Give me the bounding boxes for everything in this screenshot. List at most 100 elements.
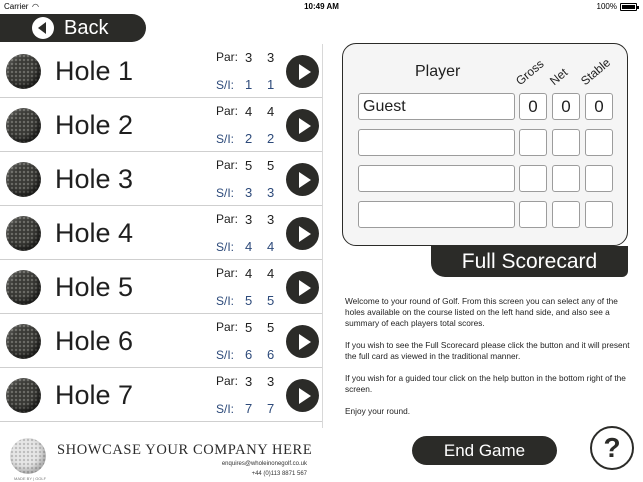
si-value: 3 [245,185,253,200]
par-value: 3 [245,374,253,389]
hole-row-3[interactable]: Hole 3 Par: 5 5 S/I: 3 3 [0,152,322,206]
si-value: 6 [245,347,253,362]
si-value: 7 [267,401,275,416]
net-score: 0 [552,93,580,120]
net-column-header: Net [547,65,571,88]
par-value: 3 [267,50,275,65]
par-value: 4 [245,104,253,119]
si-value: 6 [267,347,275,362]
play-hole-7-button[interactable] [286,379,319,412]
hole-name: Hole 7 [55,380,134,410]
si-label: S/I: [216,348,235,362]
si-value: 2 [267,131,275,146]
golf-ball-icon [6,324,41,359]
full-scorecard-button[interactable]: Full Scorecard [431,246,628,277]
hole-name: Hole 1 [55,56,134,86]
stable-column-header: Stable [578,55,614,88]
si-value: 5 [245,293,253,308]
si-label: S/I: [216,186,235,200]
status-bar: Carrier ◠ 10:49 AM 100% [0,0,643,13]
play-hole-3-button[interactable] [286,163,319,196]
instructions-paragraph: If you wish for a guided tour click on t… [345,373,626,394]
scorecard-summary: Player Gross Net Stable Guest 0 0 0 [342,43,628,246]
play-icon [298,63,311,80]
par-value: 3 [245,212,253,227]
gross-column-header: Gross [513,56,547,88]
stableford-score [585,165,613,192]
play-hole-6-button[interactable] [286,325,319,358]
hole-row-2[interactable]: Hole 2 Par: 4 4 S/I: 2 2 [0,98,322,152]
par-value: 4 [267,266,275,281]
play-icon [298,279,311,296]
hole-list[interactable]: Hole 1 Par: 3 3 S/I: 1 1 Hole 2 Par: 4 4… [0,44,323,428]
par-value: 4 [267,104,275,119]
gross-score: 0 [519,93,547,120]
help-button[interactable]: ? [590,426,634,470]
clock: 10:49 AM [304,2,339,11]
si-value: 3 [267,185,275,200]
play-hole-5-button[interactable] [286,271,319,304]
stableford-score [585,201,613,228]
play-hole-1-button[interactable] [286,55,319,88]
par-label: Par: [216,158,239,172]
golf-ball-icon [6,378,41,413]
sponsor-credit: MADE BY | GOLF [14,476,47,481]
play-hole-4-button[interactable] [286,217,319,250]
hole-name: Hole 4 [55,218,134,248]
golf-ball-icon [6,216,41,251]
hole-name: Hole 3 [55,164,134,194]
player-name-field[interactable] [358,201,515,228]
sponsor-logo [10,438,46,474]
stableford-score: 0 [585,93,613,120]
si-label: S/I: [216,294,235,308]
battery-percentage: 100% [596,2,617,11]
play-icon [298,225,311,242]
battery-icon [620,3,639,11]
play-hole-2-button[interactable] [286,109,319,142]
si-label: S/I: [216,240,235,254]
hole-row-4[interactable]: Hole 4 Par: 3 3 S/I: 4 4 [0,206,322,260]
hole-row-1[interactable]: Hole 1 Par: 3 3 S/I: 1 1 [0,44,322,98]
si-value: 4 [245,239,253,254]
si-value: 7 [245,401,253,416]
golf-ball-icon [6,108,41,143]
sponsor-phone: +44 (0)113 8871 567 [251,471,307,477]
hole-row-7[interactable]: Hole 7 Par: 3 3 S/I: 7 7 [0,368,322,422]
par-value: 5 [245,158,253,173]
par-value: 5 [267,320,275,335]
sponsor-title: SHOWCASE YOUR COMPANY HERE [57,442,313,458]
par-label: Par: [216,104,239,118]
sponsor-email: enquires@wholeinonegolf.co.uk [221,461,307,467]
sponsor-banner[interactable]: MADE BY | GOLF SHOWCASE YOUR COMPANY HER… [0,430,323,482]
par-label: Par: [216,266,239,280]
gross-score [519,165,547,192]
end-game-button[interactable]: End Game [412,436,557,465]
stableford-score [585,129,613,156]
si-value: 4 [267,239,275,254]
play-icon [298,333,311,350]
player-name-field[interactable] [358,165,515,192]
player-column-header: Player [415,63,461,80]
si-label: S/I: [216,78,235,92]
player-name-field[interactable]: Guest [358,93,515,120]
par-value: 5 [245,320,253,335]
back-button[interactable]: Back [0,14,146,42]
par-label: Par: [216,50,239,64]
hole-row-6[interactable]: Hole 6 Par: 5 5 S/I: 6 6 [0,314,322,368]
si-value: 5 [267,293,275,308]
net-score [552,201,580,228]
si-value: 1 [245,77,253,92]
play-icon [298,171,311,188]
golf-ball-icon [6,270,41,305]
instructions-paragraph: Enjoy your round. [345,406,411,416]
instructions-paragraph: Welcome to your round of Golf. From this… [345,296,618,328]
gross-score [519,129,547,156]
hole-name: Hole 5 [55,272,134,302]
gross-score [519,201,547,228]
hole-name: Hole 2 [55,110,134,140]
si-label: S/I: [216,132,235,146]
hole-row-5[interactable]: Hole 5 Par: 4 4 S/I: 5 5 [0,260,322,314]
instructions-text: Welcome to your round of Golf. From this… [345,296,630,428]
play-icon [298,387,311,404]
player-name-field[interactable] [358,129,515,156]
